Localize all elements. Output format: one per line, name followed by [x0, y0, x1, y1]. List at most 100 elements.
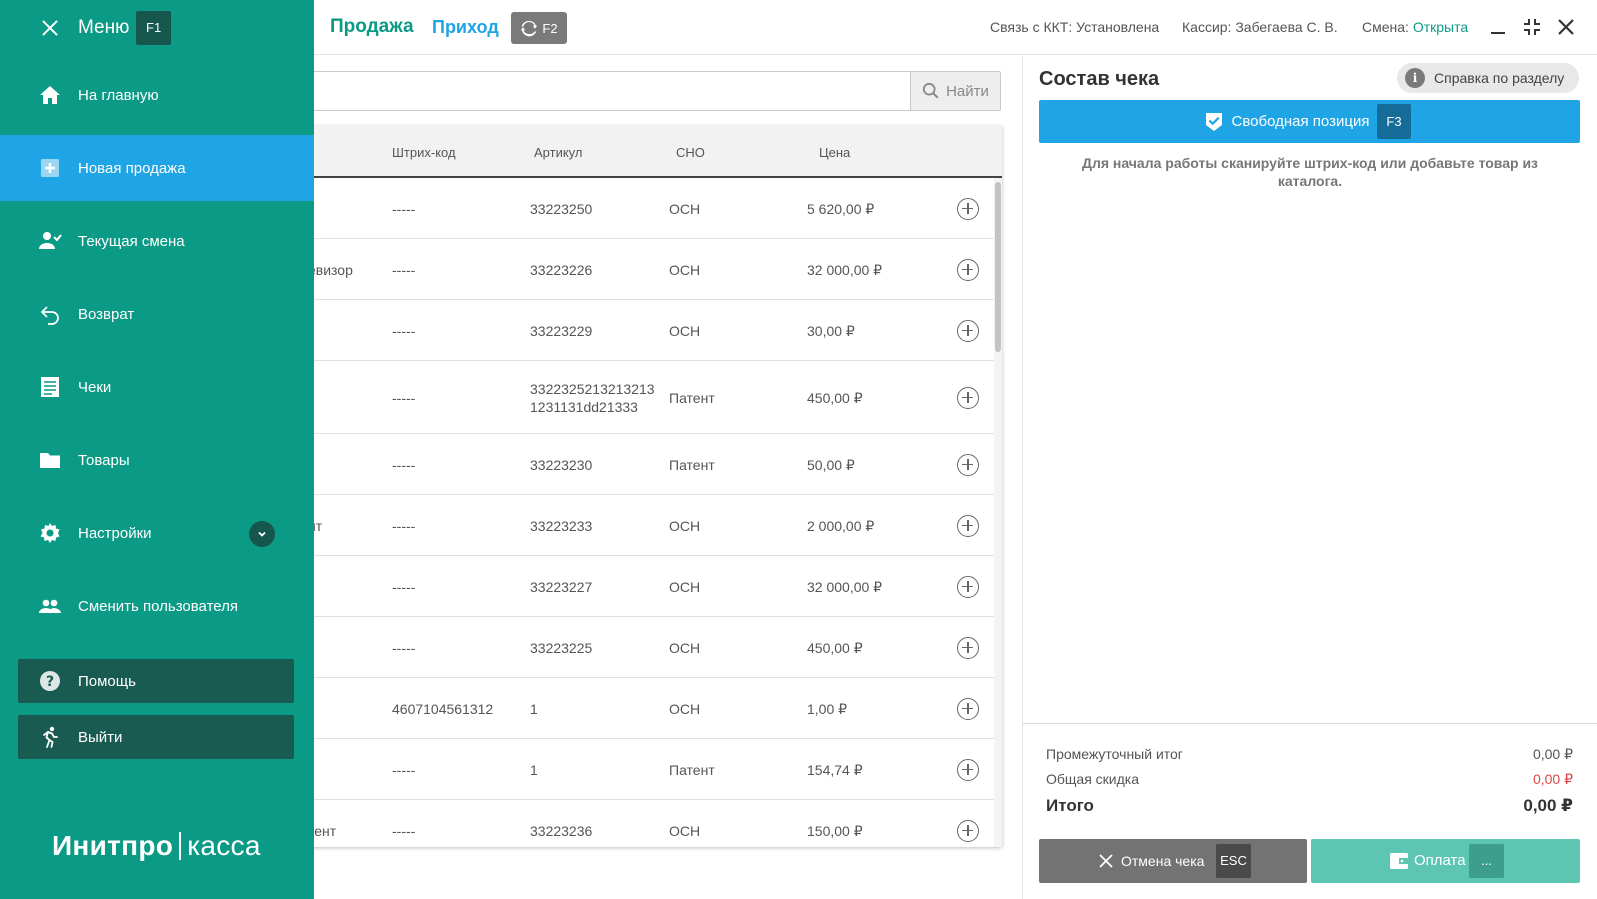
add-item-icon[interactable] — [957, 453, 979, 476]
search-bar: Найти — [300, 71, 1001, 111]
column-article[interactable]: Артикул — [534, 145, 582, 160]
discount-row: Общая скидка 0,00 ₽ — [1046, 771, 1573, 787]
search-icon — [922, 82, 939, 99]
table-row[interactable]: нт ----- 33223233 ОСН 2 000,00 ₽ — [300, 495, 994, 556]
payment-button[interactable]: Оплата ... — [1311, 839, 1580, 883]
cell-price: 2 000,00 ₽ — [807, 517, 875, 534]
sidebar-item-return[interactable]: Возврат — [0, 281, 314, 347]
column-barcode[interactable]: Штрих-код — [392, 145, 456, 160]
search-input[interactable] — [301, 72, 911, 110]
cancel-receipt-label: Отмена чека — [1121, 853, 1205, 869]
cell-article: 33223229 — [530, 322, 593, 339]
sidebar-item-receipts[interactable]: Чеки — [0, 354, 314, 420]
minimize-button[interactable] — [1487, 16, 1509, 38]
receipt-list-icon — [38, 375, 62, 399]
cell-sno: Патент — [669, 761, 715, 778]
cell-price: 450,00 ₽ — [807, 639, 863, 656]
brand-right: касса — [187, 830, 261, 861]
search-button[interactable]: Найти — [910, 72, 1000, 110]
sidebar-item-products[interactable]: Товары — [0, 427, 314, 493]
product-table: Штрих-код Артикул СНО Цена ----- 33223250… — [300, 126, 1002, 847]
table-row[interactable]: ----- 33223250 ОСН 5 620,00 ₽ — [300, 178, 994, 239]
add-item-icon[interactable] — [957, 697, 979, 720]
add-item-icon[interactable] — [957, 197, 979, 220]
table-row[interactable]: ----- 33223227 ОСН 32 000,00 ₽ — [300, 556, 994, 617]
sidebar-item-settings[interactable]: Настройки — [0, 500, 314, 566]
add-item-icon[interactable] — [957, 319, 979, 342]
add-item-icon[interactable] — [957, 819, 979, 842]
column-sno[interactable]: СНО — [676, 145, 705, 160]
help-label: Помощь — [78, 672, 136, 690]
sidebar-item-label: На главную — [78, 86, 159, 104]
tab-sale[interactable]: Продажа — [330, 16, 414, 38]
cell-sno: ОСН — [669, 700, 701, 717]
table-row[interactable]: ----- 33223225 ОСН 450,00 ₽ — [300, 617, 994, 678]
users-icon — [38, 594, 62, 618]
sidebar-item-label: Сменить пользователя — [78, 597, 238, 615]
subtotal-label: Промежуточный итог — [1046, 746, 1183, 762]
chevron-down-icon[interactable] — [249, 521, 275, 547]
add-item-icon[interactable] — [957, 258, 979, 281]
table-scrollbar[interactable] — [994, 178, 1002, 847]
restore-window-button[interactable] — [1521, 16, 1543, 38]
add-item-icon[interactable] — [957, 575, 979, 598]
sidebar-item-new-sale[interactable]: Новая продажа — [0, 135, 314, 201]
menu-title: Меню — [78, 17, 130, 38]
add-item-icon[interactable] — [957, 386, 979, 409]
table-row[interactable]: ----- 3322325213213213 1231131dd21333 Пате… — [300, 361, 994, 434]
cell-sno: ОСН — [669, 517, 701, 534]
total-label: Итого — [1046, 796, 1094, 815]
check-shield-icon — [1205, 112, 1222, 131]
cell-sno: ОСН — [669, 261, 701, 278]
plus-square-icon — [38, 156, 62, 180]
table-row[interactable]: ----- 33223229 ОСН 30,00 ₽ — [300, 300, 994, 361]
add-item-icon[interactable] — [957, 636, 979, 659]
table-header: Штрих-код Артикул СНО Цена — [300, 126, 1002, 178]
refresh-button[interactable]: F2 — [511, 12, 567, 44]
table-row[interactable]: евизор ----- 33223226 ОСН 32 000,00 ₽ — [300, 239, 994, 300]
cell-price: 32 000,00 ₽ — [807, 261, 883, 278]
cell-price: 32 000,00 ₽ — [807, 578, 883, 595]
cell-price: 450,00 ₽ — [807, 389, 863, 406]
close-icon — [1558, 19, 1574, 35]
wallet-icon — [1390, 853, 1408, 869]
cell-sno: Патент — [669, 389, 715, 406]
table-row[interactable]: 4607104561312 1 ОСН 1,00 ₽ — [300, 678, 994, 739]
cell-article: 3322325213213213 1231131dd21333 — [530, 380, 655, 415]
scrollbar-thumb[interactable] — [995, 182, 1001, 352]
cell-name: евизор — [308, 261, 353, 278]
cell-article: 33223227 — [530, 578, 593, 595]
free-position-button[interactable]: Свободная позиция F3 — [1039, 100, 1580, 143]
help-button[interactable]: ? Помощь — [18, 659, 294, 703]
info-icon: i — [1405, 68, 1425, 88]
column-price[interactable]: Цена — [819, 145, 850, 160]
cancel-receipt-button[interactable]: Отмена чека ESC — [1039, 839, 1307, 883]
close-menu-icon[interactable] — [38, 16, 62, 40]
cell-price: 50,00 ₽ — [807, 456, 855, 473]
close-window-button[interactable] — [1555, 16, 1577, 38]
add-item-icon[interactable] — [957, 514, 979, 537]
table-row[interactable]: тент ----- 33223236 ОСН 150,00 ₽ — [300, 800, 994, 847]
cell-price: 30,00 ₽ — [807, 322, 855, 339]
empty-receipt-hint: Для начала работы сканируйте штрих-код и… — [1081, 155, 1539, 189]
cell-article: 33223250 — [530, 200, 593, 217]
sidebar-item-switch-user[interactable]: Сменить пользователя — [0, 573, 314, 639]
section-help-button[interactable]: i Справка по разделу — [1397, 63, 1579, 93]
free-position-label: Свободная позиция — [1231, 113, 1370, 130]
table-row[interactable]: ----- 33223230 Патент 50,00 ₽ — [300, 434, 994, 495]
tab-income[interactable]: Приход — [432, 17, 499, 38]
sidebar-item-label: Возврат — [78, 305, 135, 323]
cell-sno: ОСН — [669, 578, 701, 595]
table-row[interactable]: ----- 1 Патент 154,74 ₽ — [300, 739, 994, 800]
refresh-key: F2 — [542, 20, 558, 36]
add-item-icon[interactable] — [957, 758, 979, 781]
sidebar-item-current-shift[interactable]: Текущая смена — [0, 208, 314, 274]
search-button-label: Найти — [946, 82, 989, 100]
sidebar-item-home[interactable]: На главную — [0, 62, 314, 128]
shrink-icon — [1524, 19, 1540, 35]
cell-price: 5 620,00 ₽ — [807, 200, 875, 217]
logout-button[interactable]: Выйти — [18, 715, 294, 759]
shift-status: Смена: Открыта — [1362, 19, 1468, 35]
cell-article: 1 — [530, 700, 538, 717]
gear-icon — [38, 521, 62, 545]
